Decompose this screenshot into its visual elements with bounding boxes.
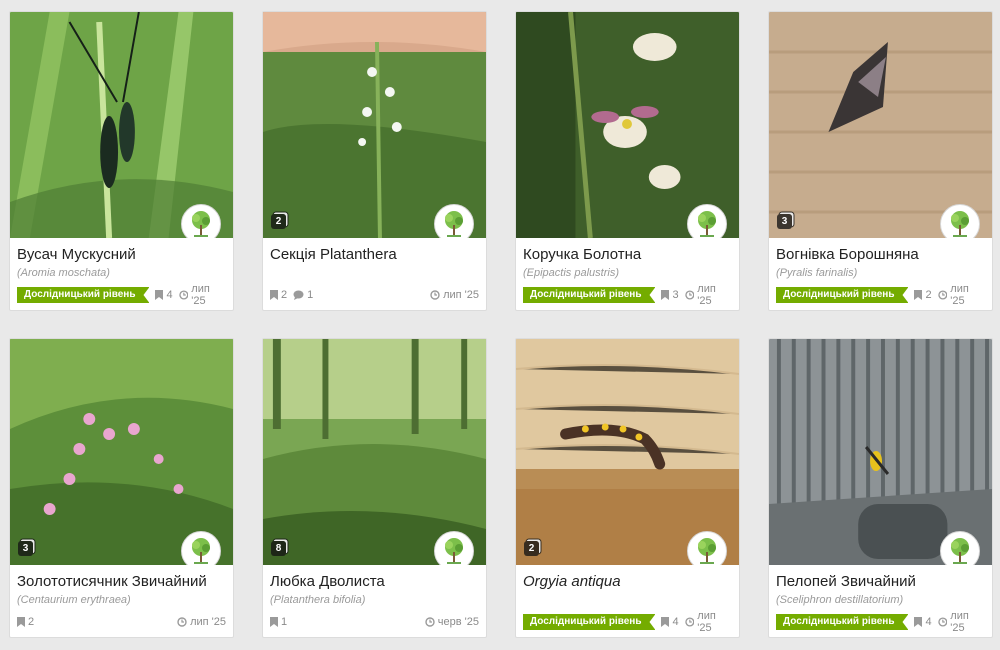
tree-avatar-icon[interactable] — [687, 531, 727, 565]
identification-icon — [17, 617, 25, 627]
observation-date: лип '25 — [937, 610, 985, 634]
observation-date: лип '25 — [178, 283, 226, 307]
common-name[interactable]: Коручка Болотна — [523, 246, 732, 264]
identification-count: 3 — [661, 289, 679, 301]
card-meta: Дослідницький рівень 4 лип '25 — [17, 283, 226, 307]
observation-grid: Вусач Мускусний (Aromia moschata) Дослід… — [9, 11, 993, 638]
scientific-name: (Platanthera bifolia) — [270, 594, 366, 606]
observation-date: лип '25 — [684, 610, 732, 634]
photo-count-badge: 2 — [271, 214, 286, 229]
clock-icon — [430, 290, 440, 300]
observation-card[interactable]: 2 Orgyia antiqua Дослідницький рівень 4 … — [515, 338, 740, 638]
scientific-name: (Epipactis palustris) — [523, 267, 619, 279]
photo-count-badge: 2 — [524, 541, 539, 556]
common-name[interactable]: Вусач Мускусний — [17, 246, 226, 264]
common-name[interactable]: Пелопей Звичайний — [776, 573, 985, 591]
observation-card[interactable]: Вусач Мускусний (Aromia moschata) Дослід… — [9, 11, 234, 311]
observation-card[interactable]: 2 Секція Platanthera 2 1 лип '25 — [262, 11, 487, 311]
observation-photo[interactable]: 3 — [769, 12, 992, 238]
card-meta: 2 лип '25 — [17, 614, 226, 630]
scientific-name: (Sceliphron destillatorium) — [776, 594, 904, 606]
identification-icon — [155, 290, 164, 300]
card-meta: Дослідницький рівень 3 лип '25 — [523, 283, 732, 307]
research-grade-badge: Дослідницький рівень — [17, 287, 149, 303]
tree-avatar-icon[interactable] — [940, 531, 980, 565]
clock-icon — [425, 617, 435, 627]
common-name[interactable]: Любка Дволиста — [270, 573, 479, 591]
observation-date: лип '25 — [937, 283, 985, 307]
identification-icon — [914, 617, 923, 627]
tree-avatar-icon[interactable] — [181, 531, 221, 565]
identification-count: 2 — [17, 616, 34, 628]
card-meta: Дослідницький рівень 4 лип '25 — [523, 610, 732, 634]
comment-count: 1 — [293, 289, 313, 301]
tree-avatar-icon[interactable] — [434, 531, 474, 565]
scientific-name: (Pyralis farinalis) — [776, 267, 858, 279]
observation-card[interactable]: 3 Золототисячник Звичайний (Centaurium e… — [9, 338, 234, 638]
clock-icon — [178, 290, 188, 300]
observation-photo[interactable] — [516, 12, 739, 238]
observation-card[interactable]: Пелопей Звичайний (Sceliphron destillato… — [768, 338, 993, 638]
photo-count-badge: 8 — [271, 541, 286, 556]
observation-card[interactable]: 8 Любка Дволиста (Platanthera bifolia) 1… — [262, 338, 487, 638]
observation-photo[interactable] — [10, 12, 233, 238]
clock-icon — [684, 290, 694, 300]
common-name[interactable]: Секція Platanthera — [270, 246, 479, 264]
identification-icon — [661, 617, 670, 627]
identification-count: 4 — [155, 289, 173, 301]
clock-icon — [937, 290, 947, 300]
card-meta: Дослідницький рівень 4 лип '25 — [776, 610, 985, 634]
research-grade-badge: Дослідницький рівень — [523, 614, 655, 630]
identification-count: 4 — [661, 616, 679, 628]
identification-count: 1 — [270, 616, 287, 628]
tree-avatar-icon[interactable] — [687, 204, 727, 238]
tree-avatar-icon[interactable] — [181, 204, 221, 238]
tree-avatar-icon[interactable] — [940, 204, 980, 238]
observation-photo[interactable] — [769, 339, 992, 565]
card-meta: 1 черв '25 — [270, 614, 479, 630]
observation-photo[interactable]: 2 — [263, 12, 486, 238]
identification-icon — [661, 290, 670, 300]
identification-icon — [914, 290, 923, 300]
scientific-title[interactable]: Orgyia antiqua — [523, 573, 732, 591]
card-meta: Дослідницький рівень 2 лип '25 — [776, 283, 985, 307]
scientific-name: (Aromia moschata) — [17, 267, 110, 279]
common-name[interactable]: Золототисячник Звичайний — [17, 573, 226, 591]
card-meta: 2 1 лип '25 — [270, 287, 479, 303]
clock-icon — [937, 617, 947, 627]
tree-avatar-icon[interactable] — [434, 204, 474, 238]
photo-count-badge: 3 — [777, 214, 792, 229]
observation-photo[interactable]: 3 — [10, 339, 233, 565]
observation-card[interactable]: 3 Вогнівка Борошняна (Pyralis farinalis)… — [768, 11, 993, 311]
clock-icon — [684, 617, 694, 627]
identification-count: 2 — [270, 289, 287, 301]
observation-card[interactable]: Коручка Болотна (Epipactis palustris) До… — [515, 11, 740, 311]
observation-date: лип '25 — [684, 283, 732, 307]
observation-date: лип '25 — [177, 616, 226, 628]
common-name[interactable]: Вогнівка Борошняна — [776, 246, 985, 264]
identification-count: 2 — [914, 289, 932, 301]
observation-photo[interactable]: 2 — [516, 339, 739, 565]
identification-icon — [270, 617, 278, 627]
research-grade-badge: Дослідницький рівень — [776, 287, 908, 303]
clock-icon — [177, 617, 187, 627]
photo-count-badge: 3 — [18, 541, 33, 556]
research-grade-badge: Дослідницький рівень — [776, 614, 908, 630]
identification-count: 4 — [914, 616, 932, 628]
identification-icon — [270, 290, 278, 300]
observation-photo[interactable]: 8 — [263, 339, 486, 565]
comment-icon — [293, 290, 304, 300]
observation-date: лип '25 — [430, 289, 479, 301]
scientific-name: (Centaurium erythraea) — [17, 594, 131, 606]
observation-date: черв '25 — [425, 616, 479, 628]
research-grade-badge: Дослідницький рівень — [523, 287, 655, 303]
